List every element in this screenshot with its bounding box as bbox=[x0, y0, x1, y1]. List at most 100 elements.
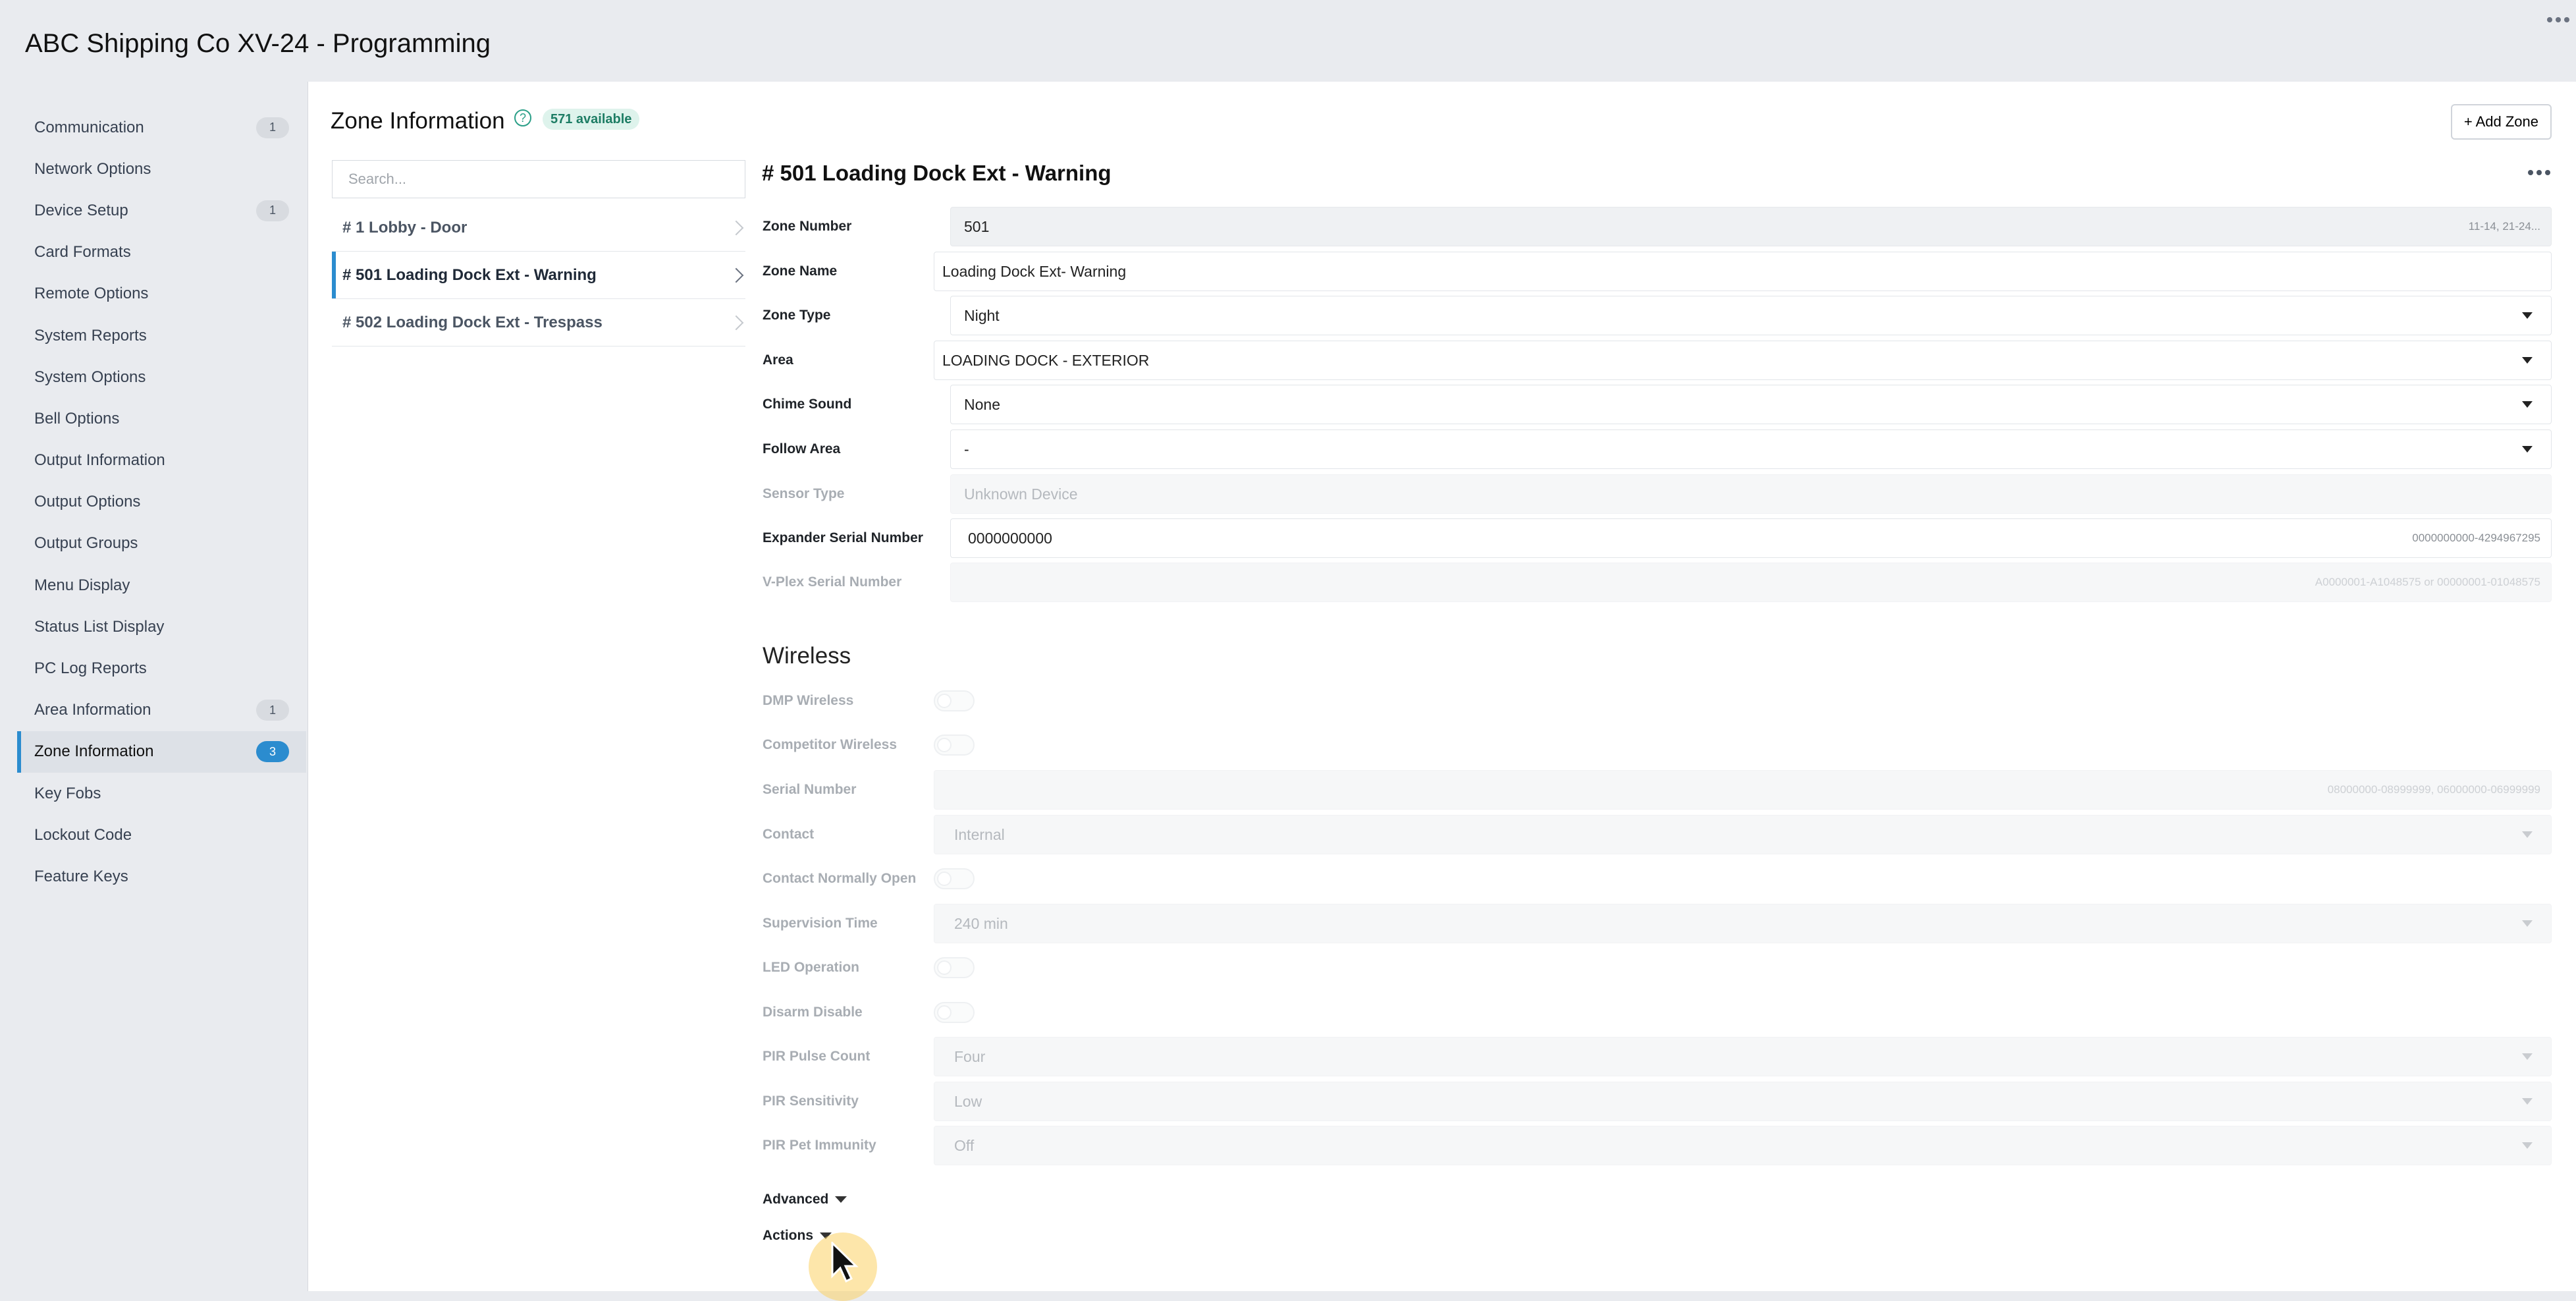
sidebar-item-device-setup[interactable]: Device Setup 1 bbox=[0, 190, 306, 231]
contact-row: Contact Internal bbox=[763, 815, 2552, 854]
zone-name-field[interactable]: Loading Dock Ext- Warning bbox=[934, 252, 2552, 291]
sidebar-item-pc-log-reports[interactable]: PC Log Reports bbox=[0, 648, 306, 689]
sidebar-item-menu-display[interactable]: Menu Display bbox=[0, 565, 306, 606]
pir-pulse-count-value: Four bbox=[954, 1047, 986, 1065]
sidebar-item-zone-information[interactable]: Zone Information 3 bbox=[0, 731, 306, 773]
zone-list-item[interactable]: # 502 Loading Dock Ext - Trespass bbox=[332, 299, 745, 346]
zone-number-hint: 11-14, 21-24... bbox=[2468, 220, 2540, 233]
chevron-right-icon bbox=[728, 315, 744, 330]
caret-down-icon bbox=[2522, 312, 2533, 319]
zone-name-row: Zone Name Loading Dock Ext- Warning bbox=[763, 252, 2552, 291]
sidebar-item-label: Card Formats bbox=[34, 243, 131, 262]
sidebar-count-badge: 1 bbox=[256, 200, 289, 221]
zone-number-field[interactable]: 501 11-14, 21-24... bbox=[950, 207, 2552, 246]
sidebar-item-system-reports[interactable]: System Reports bbox=[0, 315, 306, 356]
zone-type-label: Zone Type bbox=[763, 308, 831, 323]
search-input[interactable] bbox=[332, 160, 745, 198]
follow-area-select[interactable]: - bbox=[950, 429, 2552, 469]
sidebar-item-system-options[interactable]: System Options bbox=[0, 356, 306, 398]
sidebar-item-output-options[interactable]: Output Options bbox=[0, 482, 306, 523]
expander-serial-row: Expander Serial Number 0000000000 0000000… bbox=[763, 518, 2552, 558]
sidebar-item-label: Status List Display bbox=[34, 617, 165, 636]
zone-type-select[interactable]: Night bbox=[950, 296, 2552, 335]
pir-pet-immunity-value: Off bbox=[954, 1136, 975, 1154]
zone-name-label: Zone Name bbox=[763, 263, 838, 279]
sidebar-item-remote-options[interactable]: Remote Options bbox=[0, 273, 306, 315]
caret-down-icon bbox=[835, 1196, 847, 1203]
caret-down-icon bbox=[2522, 446, 2533, 453]
sidebar-item-label: Feature Keys bbox=[34, 867, 128, 885]
caret-down-icon bbox=[2522, 1142, 2533, 1149]
add-zone-button[interactable]: + Add Zone bbox=[2450, 104, 2552, 140]
sidebar-item-label: Output Options bbox=[34, 493, 141, 511]
main-panel: Zone Information ? 571 available + Add Z… bbox=[308, 82, 2576, 1291]
sidebar-item-label: Network Options bbox=[34, 159, 151, 178]
chime-sound-value: None bbox=[964, 395, 1000, 413]
zone-type-value: Night bbox=[964, 306, 1000, 324]
sidebar-item-area-information[interactable]: Area Information 1 bbox=[0, 690, 306, 731]
dmp-wireless-toggle bbox=[934, 690, 975, 711]
caret-down-icon bbox=[2522, 920, 2533, 927]
pir-sensitivity-row: PIR Sensitivity Low bbox=[763, 1082, 2552, 1121]
sidebar-item-communication[interactable]: Communication 1 bbox=[0, 107, 306, 148]
sidebar-item-output-groups[interactable]: Output Groups bbox=[0, 523, 306, 565]
chevron-right-icon bbox=[728, 220, 744, 235]
help-icon[interactable]: ? bbox=[514, 109, 531, 126]
pir-sensitivity-label: PIR Sensitivity bbox=[763, 1093, 859, 1109]
zone-list-item[interactable]: # 501 Loading Dock Ext - Warning bbox=[332, 252, 745, 299]
follow-area-label: Follow Area bbox=[763, 441, 841, 457]
contact-normally-open-toggle bbox=[934, 868, 975, 889]
expander-serial-label: Expander Serial Number bbox=[763, 530, 923, 545]
vplex-serial-label: V-Plex Serial Number bbox=[763, 574, 902, 590]
sidebar-item-label: Key Fobs bbox=[34, 784, 101, 802]
sensor-type-row: Sensor Type Unknown Device bbox=[763, 474, 2552, 514]
disarm-disable-row: Disarm Disable bbox=[763, 993, 2552, 1032]
supervision-time-value: 240 min bbox=[954, 914, 1008, 932]
sidebar-item-label: Device Setup bbox=[34, 201, 128, 219]
pir-pulse-count-label: PIR Pulse Count bbox=[763, 1049, 871, 1064]
serial-number-label: Serial Number bbox=[763, 782, 857, 797]
sidebar-item-feature-keys[interactable]: Feature Keys bbox=[0, 856, 306, 897]
available-badge: 571 available bbox=[543, 109, 640, 130]
chime-sound-row: Chime Sound None bbox=[763, 385, 2552, 424]
area-select[interactable]: LOADING DOCK - EXTERIOR bbox=[934, 341, 2552, 380]
area-row: Area LOADING DOCK - EXTERIOR bbox=[763, 341, 2552, 380]
sidebar-item-output-information[interactable]: Output Information bbox=[0, 440, 306, 482]
zone-list-item[interactable]: # 1 Lobby - Door bbox=[332, 204, 745, 252]
more-options-icon[interactable] bbox=[2547, 14, 2569, 25]
zone-form-heading: # 501 Loading Dock Ext - Warning bbox=[762, 161, 1112, 185]
sidebar-item-label: System Reports bbox=[34, 326, 147, 345]
zone-list-item-label: # 1 Lobby - Door bbox=[342, 218, 468, 236]
sidebar-item-bell-options[interactable]: Bell Options bbox=[0, 398, 306, 439]
sidebar-item-status-list-display[interactable]: Status List Display bbox=[0, 606, 306, 648]
sidebar-item-label: Output Information bbox=[34, 451, 165, 470]
zone-more-options-icon[interactable] bbox=[2528, 170, 2550, 177]
sidebar-item-card-formats[interactable]: Card Formats bbox=[0, 232, 306, 273]
competitor-wireless-toggle bbox=[934, 734, 975, 756]
chime-sound-select[interactable]: None bbox=[950, 385, 2552, 424]
sidebar-item-label: System Options bbox=[34, 368, 146, 386]
sensor-type-field: Unknown Device bbox=[950, 474, 2552, 514]
contact-value: Internal bbox=[954, 825, 1005, 843]
pir-pulse-count-row: PIR Pulse Count Four bbox=[763, 1037, 2552, 1076]
vplex-serial-hint: A0000001-A1048575 or 00000001-01048575 bbox=[2315, 576, 2540, 588]
serial-number-field: 08000000-08999999, 06000000-06999999 bbox=[934, 770, 2552, 810]
disarm-disable-label: Disarm Disable bbox=[763, 1005, 863, 1020]
pir-sensitivity-select: Low bbox=[934, 1082, 2552, 1121]
expander-serial-hint: 0000000000-4294967295 bbox=[2412, 532, 2540, 544]
sidebar-item-key-fobs[interactable]: Key Fobs bbox=[0, 773, 306, 814]
sidebar-item-label: Lockout Code bbox=[34, 825, 132, 844]
app-title: ABC Shipping Co XV-24 - Programming bbox=[25, 29, 491, 58]
advanced-toggle[interactable]: Advanced bbox=[763, 1186, 847, 1213]
zone-name-value: Loading Dock Ext- Warning bbox=[942, 262, 1127, 280]
supervision-time-label: Supervision Time bbox=[763, 916, 878, 931]
sidebar-count-badge: 3 bbox=[256, 741, 289, 763]
contact-select: Internal bbox=[934, 815, 2552, 854]
expander-serial-value: 0000000000 bbox=[968, 529, 1052, 547]
pir-pulse-count-select: Four bbox=[934, 1037, 2552, 1076]
expander-serial-field[interactable]: 0000000000 0000000000-4294967295 bbox=[950, 518, 2552, 558]
caret-down-icon bbox=[2522, 831, 2533, 838]
sidebar-item-lockout-code[interactable]: Lockout Code bbox=[0, 814, 306, 856]
led-operation-label: LED Operation bbox=[763, 960, 860, 975]
sidebar-item-network-options[interactable]: Network Options bbox=[0, 148, 306, 190]
